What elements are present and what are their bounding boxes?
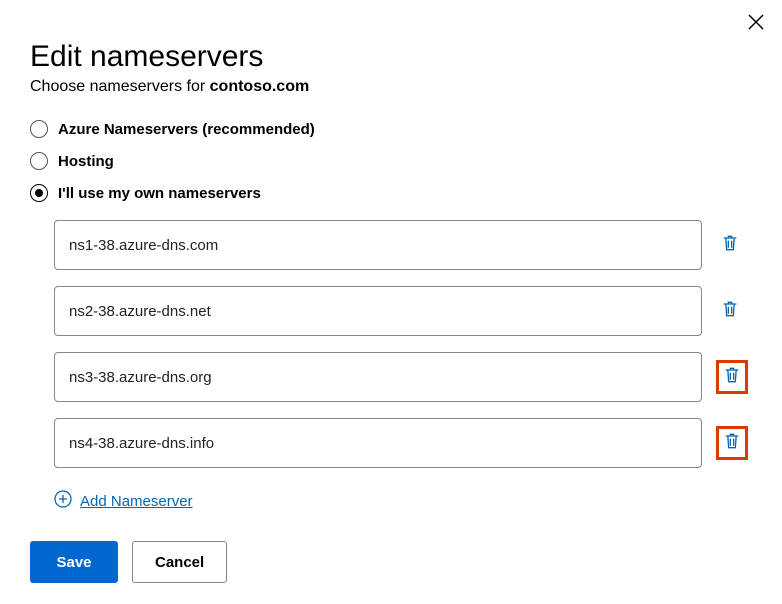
plus-circle-icon [54,490,72,513]
delete-nameserver-button[interactable] [716,426,748,460]
nameserver-input[interactable] [54,352,702,402]
radio-icon [30,184,48,202]
save-button[interactable]: Save [30,541,118,583]
radio-icon [30,120,48,138]
trash-icon [722,431,742,456]
nameserver-row [54,418,752,468]
subtitle-prefix: Choose nameservers for [30,78,210,95]
radio-own-nameservers[interactable]: I'll use my own nameservers [30,184,752,202]
nameserver-row [54,286,752,336]
nameserver-list [54,220,752,468]
trash-icon [720,299,740,324]
dialog-buttons: Save Cancel [30,541,752,583]
radio-label-hosting: Hosting [58,153,114,170]
delete-nameserver-button[interactable] [716,231,744,259]
cancel-button[interactable]: Cancel [132,541,227,583]
nameserver-row [54,220,752,270]
page-subtitle: Choose nameservers for contoso.com [30,78,752,96]
nameserver-radio-group: Azure Nameservers (recommended) Hosting … [30,120,752,202]
delete-nameserver-button[interactable] [716,297,744,325]
trash-icon [722,365,742,390]
nameserver-input[interactable] [54,286,702,336]
radio-icon [30,152,48,170]
add-nameserver-label: Add Nameserver [80,493,193,510]
add-nameserver-link[interactable]: Add Nameserver [54,490,752,513]
close-icon[interactable] [748,14,764,34]
delete-nameserver-button[interactable] [716,360,748,394]
nameserver-input[interactable] [54,418,702,468]
radio-label-azure: Azure Nameservers (recommended) [58,121,315,138]
radio-azure-nameservers[interactable]: Azure Nameservers (recommended) [30,120,752,138]
page-title: Edit nameservers [30,40,752,74]
domain-name: contoso.com [210,78,310,95]
radio-hosting[interactable]: Hosting [30,152,752,170]
trash-icon [720,233,740,258]
nameserver-input[interactable] [54,220,702,270]
radio-label-own: I'll use my own nameservers [58,185,261,202]
nameserver-row [54,352,752,402]
